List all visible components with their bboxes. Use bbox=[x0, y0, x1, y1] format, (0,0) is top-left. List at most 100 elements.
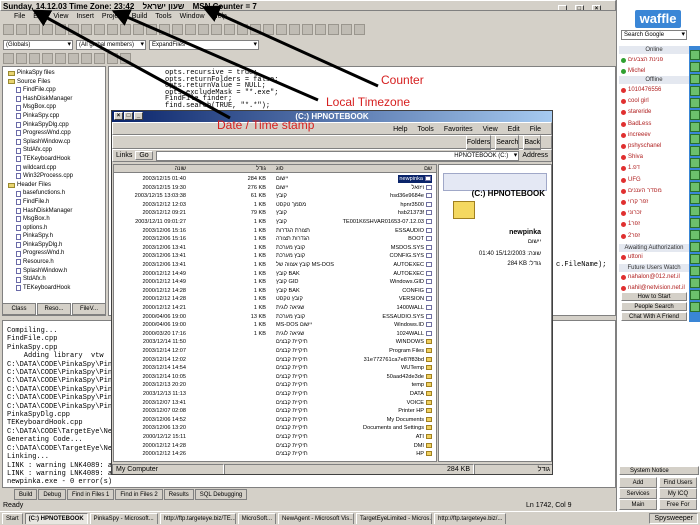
toolbar-button[interactable] bbox=[198, 24, 209, 35]
tree-item[interactable]: HashDiskManager bbox=[6, 95, 102, 104]
tree-item[interactable]: Source Files bbox=[6, 78, 102, 87]
menu-item-edit[interactable]: Edit bbox=[33, 11, 45, 22]
taskbar-button[interactable]: MicroSoft... bbox=[237, 513, 277, 524]
minimize-button[interactable]: _ bbox=[134, 112, 143, 120]
contact-item[interactable]: זפר1 bbox=[621, 219, 687, 230]
toolbar-button[interactable] bbox=[29, 24, 40, 35]
file-row[interactable]: 2003/12/14 10:05 תיקיית קבצים 50aad42de3de bbox=[114, 373, 436, 381]
toolbar-button[interactable] bbox=[107, 53, 118, 64]
contact-item[interactable]: זפר2 bbox=[621, 231, 687, 242]
toolbar-button[interactable] bbox=[81, 24, 92, 35]
workspace-tab[interactable]: Reso... bbox=[37, 303, 71, 315]
explorer-toolbar-button[interactable]: Search bbox=[495, 134, 520, 150]
side-icon[interactable] bbox=[690, 98, 700, 108]
output-tab[interactable]: SQL Debugging bbox=[194, 489, 248, 500]
members-combo[interactable]: (All global members) bbox=[76, 39, 146, 50]
toolbar-button[interactable] bbox=[133, 24, 144, 35]
contact-item[interactable]: nahalon@012.net.il bbox=[621, 272, 687, 283]
file-row[interactable]: 2003/12/14 12:07 תיקיית קבצים Program File… bbox=[114, 347, 436, 355]
side-icon[interactable] bbox=[690, 278, 700, 288]
explorer-toolbar-button[interactable]: Back bbox=[523, 134, 541, 150]
toolbar-button[interactable] bbox=[302, 24, 313, 35]
workspace-tab[interactable]: FileV... bbox=[72, 303, 106, 315]
side-icon[interactable] bbox=[690, 86, 700, 96]
contact-item[interactable]: מסדר העננים bbox=[621, 186, 687, 197]
toolbar-button[interactable] bbox=[224, 24, 235, 35]
side-icon[interactable] bbox=[690, 242, 700, 252]
add-button[interactable]: Add bbox=[619, 477, 657, 488]
file-row[interactable]: 2003/12/13 20:20 תיקיית קבצים temp bbox=[114, 381, 436, 389]
toolbar-button[interactable] bbox=[3, 53, 14, 64]
tree-item[interactable]: MsgBox.cpp bbox=[6, 103, 102, 112]
toolbar-button[interactable] bbox=[276, 24, 287, 35]
tree-item[interactable]: PinkaSpyDlg.h bbox=[6, 241, 102, 250]
side-icon[interactable] bbox=[690, 50, 700, 60]
taskbar-button[interactable]: PinkaSpy - Microsoft... bbox=[89, 513, 158, 524]
people-search-button[interactable]: People Search bbox=[621, 302, 687, 311]
toolbar-button[interactable] bbox=[81, 53, 92, 64]
menu-item-window[interactable]: Window bbox=[180, 11, 205, 22]
chat-friend-button[interactable]: Chat With A Friend bbox=[621, 312, 687, 321]
globals-combo[interactable]: (Globals) bbox=[3, 39, 73, 50]
toolbar-button[interactable] bbox=[172, 24, 183, 35]
tree-item[interactable]: Resource.h bbox=[6, 258, 102, 267]
toolbar-button[interactable] bbox=[341, 24, 352, 35]
explorer-menu-item[interactable]: View bbox=[483, 123, 498, 134]
toolbar-button[interactable] bbox=[16, 53, 27, 64]
toolbar-button[interactable] bbox=[237, 24, 248, 35]
toolbar-button[interactable] bbox=[354, 24, 365, 35]
system-notice-button[interactable]: System Notice bbox=[619, 466, 699, 475]
toolbar-button[interactable] bbox=[29, 53, 40, 64]
tree-item[interactable]: PinkaSpy.h bbox=[6, 232, 102, 241]
file-row[interactable]: 2000/12/12 14:49 1 KB קובץ GID Windows.GID bbox=[114, 278, 436, 286]
file-row[interactable]: 2003/12/06 13:41 1 KB קובץ אצווה של MS-DOS… bbox=[114, 261, 436, 269]
file-row[interactable]: 2003/12/06 15:16 1 KB תצורת הגדרות ESSAUDIO bbox=[114, 227, 436, 235]
toolbar-button[interactable] bbox=[55, 24, 66, 35]
tree-item[interactable]: wildcard.cpp bbox=[6, 164, 102, 173]
contact-item[interactable]: דפ.1 bbox=[621, 163, 687, 174]
tree-item[interactable]: SplashWindow.cp bbox=[6, 138, 102, 147]
contact-item[interactable]: פנינת הצבעים bbox=[621, 55, 687, 66]
tree-item[interactable]: PinkaSpyDlg.cpp bbox=[6, 121, 102, 130]
explorer-menu-item[interactable]: File bbox=[530, 123, 541, 134]
taskbar-button[interactable]: TargetEyeLimited - Micros... bbox=[356, 513, 433, 524]
tree-item[interactable]: StdAfx.h bbox=[6, 275, 102, 284]
taskbar-button[interactable]: http://ftp.targeteye.biz/... bbox=[434, 513, 507, 524]
explorer-menu-item[interactable]: Help bbox=[393, 123, 407, 134]
output-tab[interactable]: Build bbox=[14, 489, 38, 500]
contact-item[interactable]: Shiva bbox=[621, 152, 687, 163]
menu-item-view[interactable]: View bbox=[53, 11, 68, 22]
side-icon[interactable] bbox=[690, 218, 700, 228]
workspace-tab[interactable]: Class bbox=[2, 303, 36, 315]
toolbar-button[interactable] bbox=[42, 53, 53, 64]
how-to-start-button[interactable]: How to Start bbox=[621, 292, 687, 301]
contact-item[interactable]: זכרוני bbox=[621, 208, 687, 219]
file-row[interactable]: 2003/12/15 19:30 276 KB יישום ויזואל bbox=[114, 184, 436, 192]
side-icon[interactable] bbox=[690, 110, 700, 120]
tree-item[interactable]: FindFile.h bbox=[6, 198, 102, 207]
file-row[interactable]: 2003/12/15 01:40 284 KB יישום newpinka bbox=[114, 175, 436, 183]
side-icon[interactable] bbox=[690, 194, 700, 204]
tree-item[interactable]: HashDiskManager bbox=[6, 207, 102, 216]
toolbar-button[interactable] bbox=[146, 24, 157, 35]
col-size[interactable]: גודל bbox=[220, 165, 266, 173]
col-date[interactable]: שונה bbox=[114, 165, 186, 173]
free-for-chat-button[interactable]: Free For Chat bbox=[659, 499, 697, 510]
tree-item[interactable]: Header Files bbox=[6, 181, 102, 190]
messenger-search[interactable]: Search Google bbox=[621, 30, 687, 40]
contact-item[interactable]: stareride bbox=[621, 107, 687, 118]
file-row[interactable]: 2000/12/12 15:11 תיקיית קבצים ATI bbox=[114, 433, 436, 441]
file-row[interactable]: 2003/12/12 12:03 1 KB מסמך טקסט hpnr3500 bbox=[114, 201, 436, 209]
toolbar-button[interactable] bbox=[68, 24, 79, 35]
file-row[interactable]: 2000/12/12 14:28 תיקיית קבצים DMI bbox=[114, 442, 436, 450]
file-row[interactable]: 2000/12/12 14:28 1 KB קובץ טקסט VERSION bbox=[114, 295, 436, 303]
side-icon[interactable] bbox=[690, 302, 700, 312]
file-row[interactable]: 2003/12/06 13:20 תיקיית קבצים Documents an… bbox=[114, 424, 436, 432]
file-row[interactable]: 2000/12/12 14:49 1 KB קובץ BAK AUTOEXEC bbox=[114, 270, 436, 278]
address-input[interactable]: HPNOTEBOOK (C:) bbox=[155, 150, 520, 161]
contact-item[interactable]: increeev bbox=[621, 130, 687, 141]
side-icon[interactable] bbox=[690, 230, 700, 240]
side-icon[interactable] bbox=[690, 74, 700, 84]
toolbar-button[interactable] bbox=[185, 24, 196, 35]
taskbar-button[interactable]: (C:) HPNOTEBOOK bbox=[24, 513, 88, 524]
